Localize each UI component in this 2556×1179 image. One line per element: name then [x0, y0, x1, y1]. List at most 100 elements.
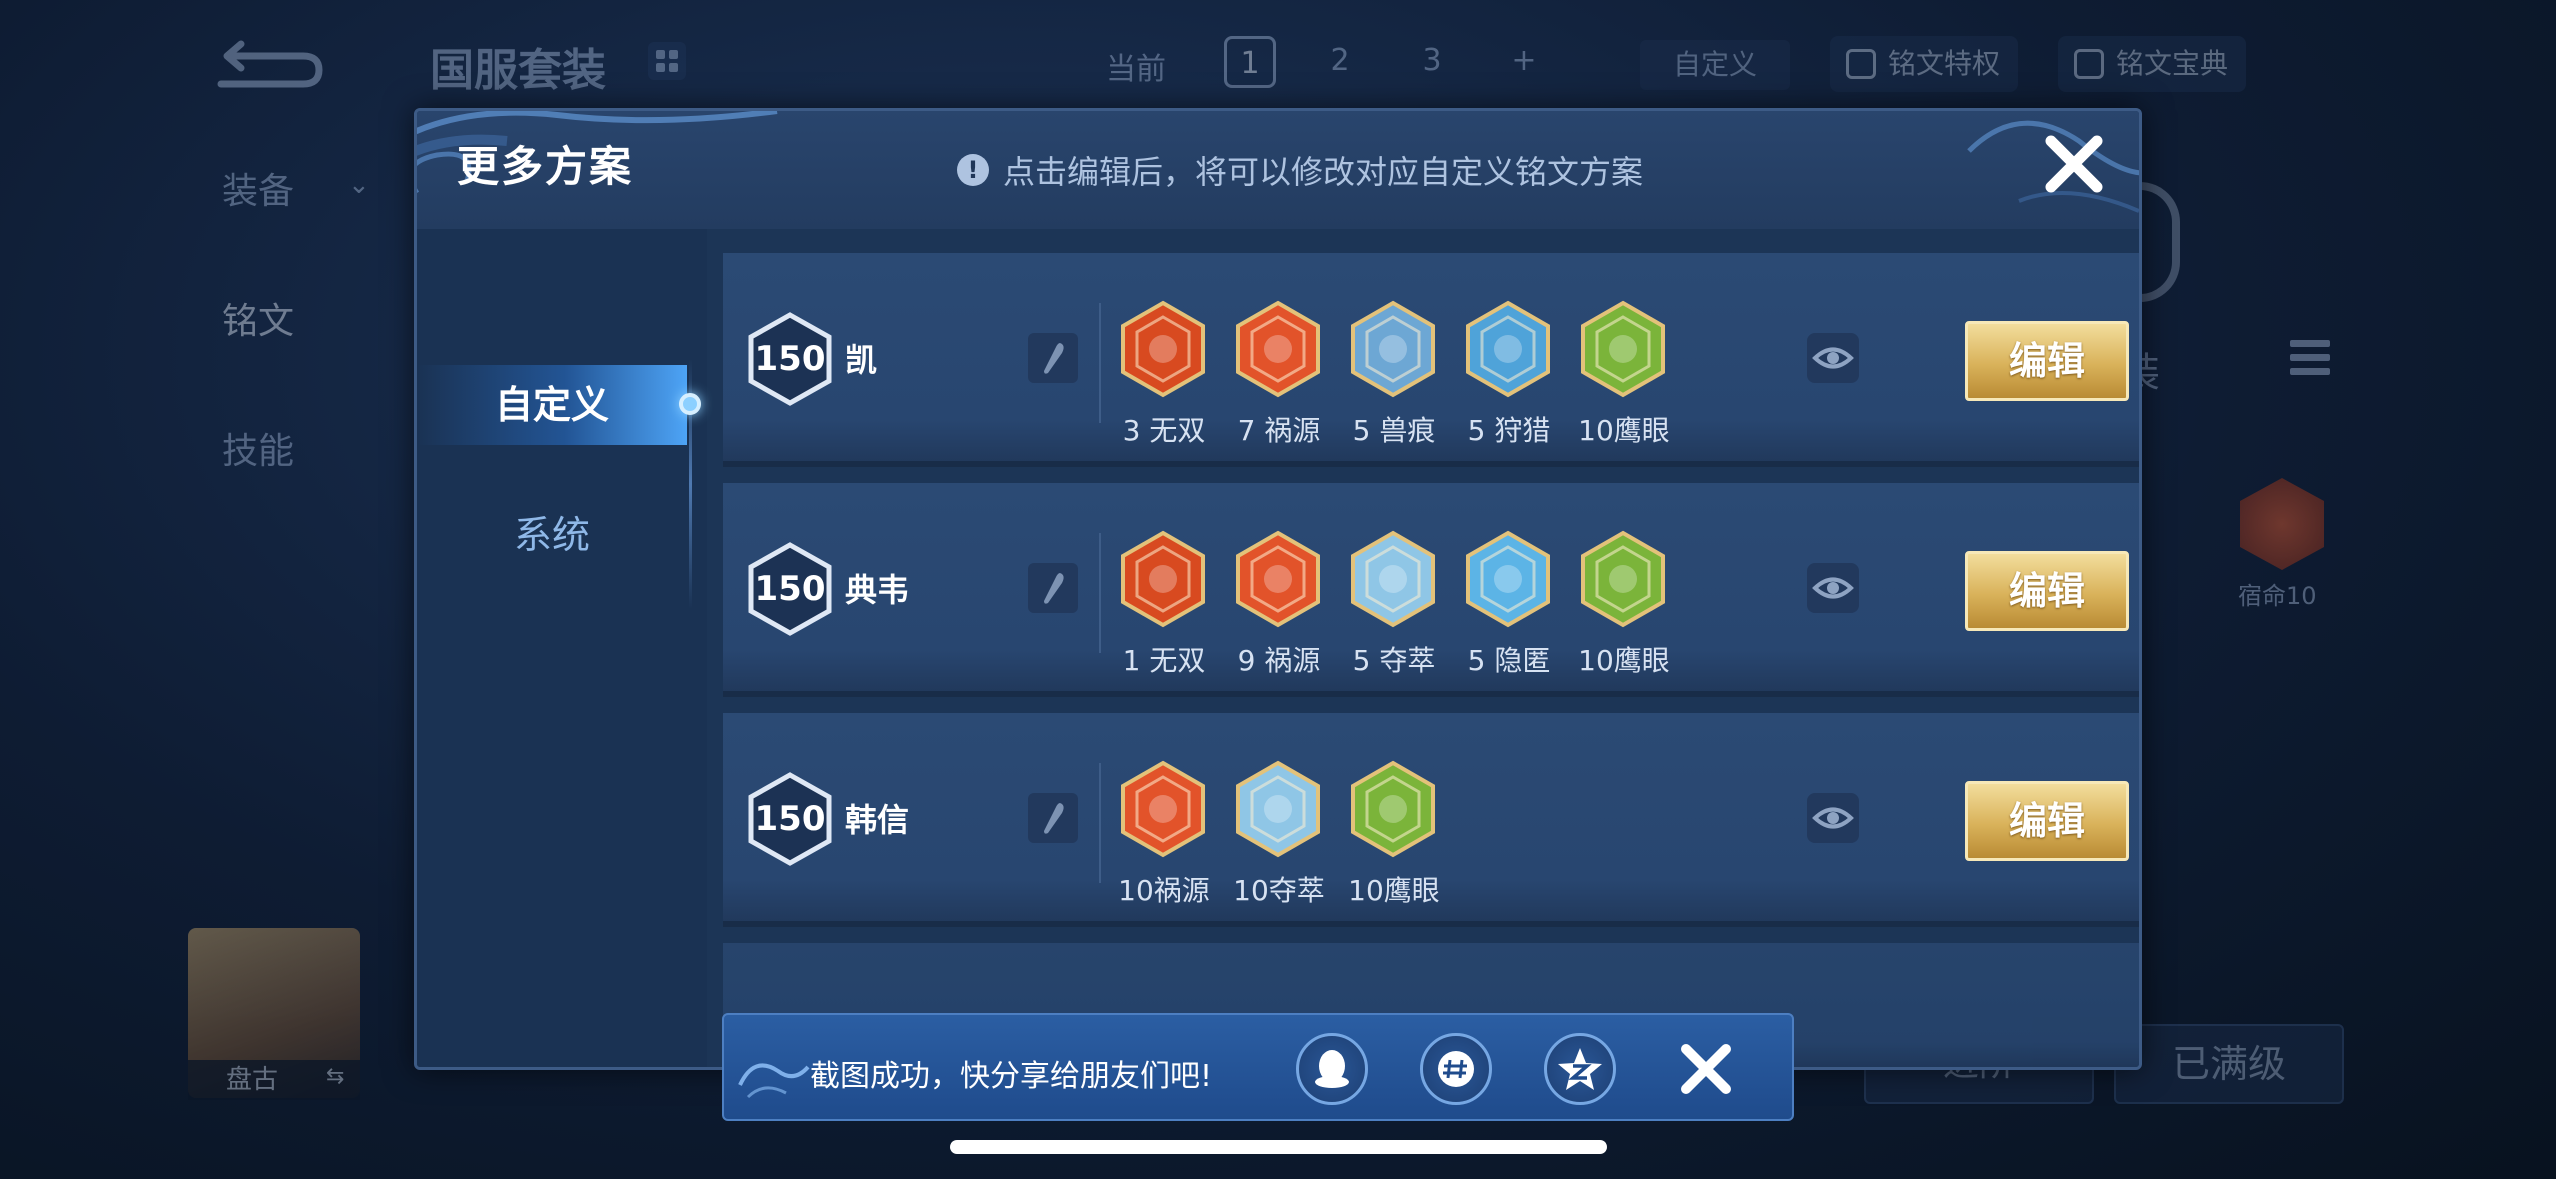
rune-codex-label: 铭文宝典: [2116, 47, 2229, 80]
rename-button[interactable]: [1028, 563, 1078, 613]
rune-item: 10夺萃: [1233, 759, 1325, 907]
red-rune-wushuang-icon: [1121, 300, 1205, 398]
level-value: 150: [754, 339, 826, 379]
level-badge: 150: [747, 311, 833, 407]
preview-button[interactable]: [1807, 333, 1859, 383]
rename-button[interactable]: [1028, 793, 1078, 843]
hero-name: 典韦: [845, 571, 910, 609]
rune-list: 3 无双 7 祸源 5 兽痕 5 狩猎 10鹰眼: [1119, 299, 1670, 447]
rune-label: 1 无双: [1122, 644, 1206, 677]
rune-item: 9 祸源: [1234, 529, 1322, 677]
plan-type-sidebar: 自定义 系统: [417, 229, 707, 1067]
rune-label: 10鹰眼: [1348, 874, 1440, 907]
blue-rune-duocui-icon: [1236, 760, 1320, 858]
close-toast-icon[interactable]: [1674, 1037, 1738, 1101]
active-indicator: [679, 393, 701, 415]
rune-item: 1 无双: [1119, 529, 1207, 677]
fate-rune-icon: [2240, 478, 2324, 570]
rune-item: 7 祸源: [1234, 299, 1322, 447]
page-tab-3[interactable]: 3: [1406, 36, 1458, 88]
edit-button[interactable]: 编辑: [1965, 551, 2129, 631]
add-page-button[interactable]: +: [1498, 36, 1550, 88]
share-qq-button[interactable]: [1296, 1033, 1368, 1105]
home-indicator[interactable]: [950, 1140, 1607, 1154]
page-tab-1[interactable]: 1: [1224, 36, 1276, 88]
swap-icon[interactable]: ⇆: [326, 1064, 344, 1089]
rune-list: 1 无双 9 祸源 5 夺萃 5 隐匿 10鹰眼: [1119, 529, 1670, 677]
rune-item: 5 狩猎: [1464, 299, 1552, 447]
plan-row: 150 典韦 1 无双 9 祸源 5 夺萃 5 隐匿 10鹰眼 编辑: [723, 483, 2139, 697]
qq-icon: [1315, 1050, 1349, 1088]
preview-button[interactable]: [1807, 793, 1859, 843]
rune-codex-button[interactable]: 铭文宝典: [2058, 36, 2247, 92]
row-divider: [1099, 303, 1101, 423]
rune-privilege-button[interactable]: 铭文特权: [1830, 36, 2019, 92]
green-rune-yingyan-icon: [1581, 530, 1665, 628]
eye-icon: [1812, 577, 1854, 599]
red-rune-huoyuan-icon: [1121, 760, 1205, 858]
page-tab-2[interactable]: 2: [1314, 36, 1366, 88]
nav-equipment[interactable]: 装备: [222, 162, 294, 214]
level-badge: 150: [747, 541, 833, 637]
more-plans-modal: 更多方案 ! 点击编辑后，将可以修改对应自定义铭文方案 自定义 系统 150 凯 3…: [414, 108, 2142, 1070]
rune-label: 7 祸源: [1237, 414, 1321, 447]
share-toast-text: 截图成功，快分享给朋友们吧!: [810, 1059, 1213, 1094]
rename-button[interactable]: [1028, 333, 1078, 383]
notice: ! 点击编辑后，将可以修改对应自定义铭文方案: [957, 147, 1643, 193]
rune-label: 5 狩猎: [1467, 414, 1551, 447]
fate-rune-label: 宿命10: [2238, 582, 2317, 610]
menu-icon[interactable]: [2290, 340, 2330, 388]
rune-label: 10鹰眼: [1578, 644, 1670, 677]
rune-list: 10祸源 10夺萃 10鹰眼: [1118, 759, 1440, 907]
edit-button[interactable]: 编辑: [1965, 321, 2129, 401]
rune-label: 5 夺萃: [1352, 644, 1436, 677]
info-icon: !: [957, 154, 989, 186]
share-toast: 截图成功，快分享给朋友们吧!: [722, 1013, 1794, 1121]
eye-icon: [1812, 347, 1854, 369]
blue-rune-shoulie-icon: [1466, 300, 1550, 398]
close-icon[interactable]: [2039, 129, 2109, 199]
cloud-icon: [738, 1063, 810, 1099]
share-qzone-button[interactable]: [1544, 1033, 1616, 1105]
modal-header: 更多方案 ! 点击编辑后，将可以修改对应自定义铭文方案: [417, 111, 2139, 229]
star-icon: [1558, 1048, 1602, 1090]
chevron-down-icon: ⌄: [348, 170, 370, 200]
rune-item: 5 兽痕: [1349, 299, 1437, 447]
custom-button[interactable]: 自定义: [1640, 40, 1790, 90]
rune-item: 5 隐匿: [1464, 529, 1552, 677]
blue-rune-yinni-icon: [1466, 530, 1550, 628]
rune-item: 10祸源: [1118, 759, 1210, 907]
level-value: 150: [754, 799, 826, 839]
codex-icon: [2074, 49, 2104, 79]
rune-privilege-label: 铭文特权: [1888, 47, 2001, 80]
nav-skills[interactable]: 技能: [222, 422, 294, 474]
notice-text: 点击编辑后，将可以修改对应自定义铭文方案: [1003, 153, 1644, 191]
hash-chat-icon: [1438, 1051, 1474, 1087]
plan-row: 150 凯 3 无双 7 祸源 5 兽痕 5 狩猎 10鹰眼 编辑: [723, 253, 2139, 467]
red-rune-huoyuan-icon: [1236, 530, 1320, 628]
privilege-icon: [1846, 49, 1876, 79]
hero-name: 凯: [845, 341, 878, 379]
rune-item: 10鹰眼: [1348, 759, 1440, 907]
row-divider: [1099, 533, 1101, 653]
level-badge: 150: [747, 771, 833, 867]
nav-runes[interactable]: 铭文: [222, 292, 294, 344]
tab-system[interactable]: 系统: [417, 495, 687, 575]
rune-label: 5 隐匿: [1467, 644, 1551, 677]
share-wechat-moments-button[interactable]: [1420, 1033, 1492, 1105]
pen-icon: [1044, 573, 1064, 604]
pen-icon: [1044, 343, 1064, 374]
plan-row: 150 韩信 10祸源 10夺萃 10鹰眼 编辑: [723, 713, 2139, 927]
rune-item: 3 无双: [1119, 299, 1207, 447]
back-arrow-icon[interactable]: [215, 38, 325, 88]
rune-item: 10鹰眼: [1578, 529, 1670, 677]
hero-name: 韩信: [845, 801, 910, 839]
pen-icon: [1044, 803, 1064, 834]
preview-button[interactable]: [1807, 563, 1859, 613]
rune-label: 3 无双: [1122, 414, 1206, 447]
grid-icon[interactable]: [648, 42, 686, 80]
red-rune-huoyuan-icon: [1236, 300, 1320, 398]
edit-button[interactable]: 编辑: [1965, 781, 2129, 861]
tab-custom[interactable]: 自定义: [417, 365, 687, 445]
row-divider: [1099, 763, 1101, 883]
